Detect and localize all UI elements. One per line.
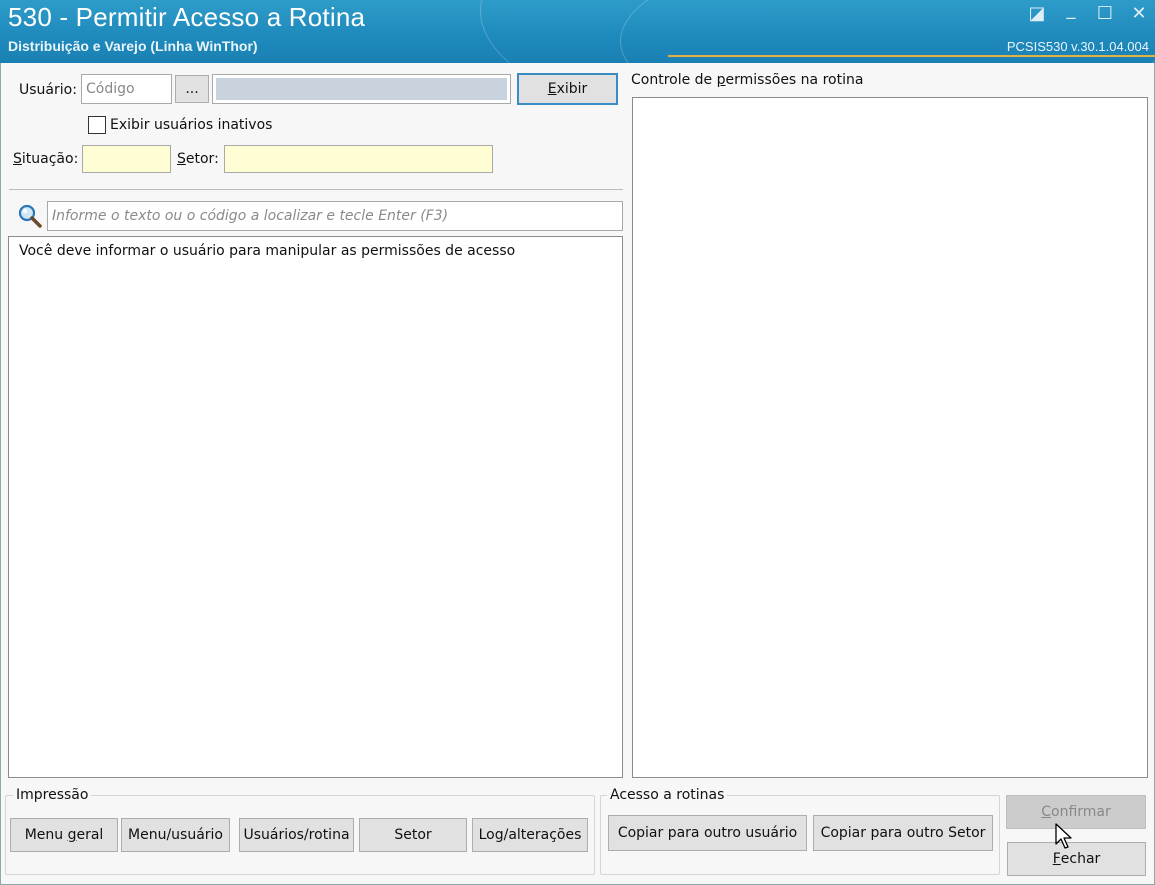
title-bar[interactable]: 530 - Permitir Acesso a Rotina Distribui…: [0, 0, 1155, 63]
exibir-button[interactable]: Exibir: [517, 73, 618, 105]
acesso-title: Acesso a rotinas: [607, 787, 728, 803]
menu-usuario-button[interactable]: Menu/usuário: [121, 818, 230, 852]
confirmar-hotkey: C: [1041, 804, 1052, 820]
log-alteracoes-button[interactable]: Log/alterações: [472, 818, 588, 852]
permissions-title: Controle de permissões na rotina: [631, 72, 863, 88]
permissions-list[interactable]: [632, 97, 1148, 778]
inativos-checkbox[interactable]: [88, 116, 106, 134]
permissions-title-hotkey: p: [716, 72, 726, 88]
menu-geral-post: eral: [76, 827, 104, 843]
browse-user-button[interactable]: ...: [175, 75, 209, 103]
fechar-label: echar: [1060, 851, 1101, 867]
divider: [9, 189, 623, 190]
permissions-title-post: ermissões na rotina: [725, 72, 864, 88]
title-accent-line: [668, 55, 1155, 57]
routine-tree-list[interactable]: Você deve informar o usuário para manipu…: [8, 236, 623, 778]
setor-field[interactable]: [224, 145, 493, 173]
menu-geral-button[interactable]: Menu g eral: [10, 818, 118, 852]
exibir-hotkey: E: [547, 81, 557, 97]
window-title: 530 - Permitir Acesso a Rotina: [8, 2, 366, 32]
setor-label: Setor:: [177, 151, 219, 167]
situacao-hotkey: S: [13, 151, 22, 167]
empty-user-message: Você deve informar o usuário para manipu…: [19, 243, 516, 259]
fechar-button[interactable]: Fechar: [1007, 842, 1146, 876]
user-name-field: [212, 74, 511, 104]
window-subtitle: Distribuição e Varejo (Linha WinThor): [8, 38, 258, 54]
usuarios-rotina-button[interactable]: Usuários/rotina: [239, 818, 354, 852]
situacao-text: ituação:: [21, 151, 79, 167]
fechar-hotkey: F: [1052, 851, 1061, 867]
minimize-icon[interactable]: _: [1058, 0, 1084, 22]
menu-geral-pre: Menu: [24, 827, 68, 843]
confirmar-button[interactable]: Confirmar: [1006, 795, 1146, 829]
copiar-usuario-button[interactable]: Copiar para outro usuário: [608, 815, 807, 851]
menu-geral-hotkey: g: [67, 827, 77, 843]
exibir-label: xibir: [556, 81, 588, 97]
maximize-icon[interactable]: ☐: [1092, 4, 1118, 26]
copiar-setor-button[interactable]: Copiar para outro Setor: [813, 815, 993, 851]
setor-hotkey: S: [177, 151, 186, 167]
version-label: PCSIS530 v.30.1.04.004: [1006, 39, 1149, 54]
search-input[interactable]: Informe o texto ou o código a localizar …: [47, 201, 623, 231]
situacao-label: Situação:: [13, 151, 78, 167]
user-name-value: [216, 78, 507, 100]
setor-text: etor:: [185, 151, 219, 167]
mouse-cursor-icon: [1054, 822, 1076, 852]
confirmar-label: onfirmar: [1051, 804, 1111, 820]
restore-icon[interactable]: ◪: [1024, 4, 1050, 26]
codigo-placeholder: Código: [86, 81, 135, 97]
inativos-label[interactable]: Exibir usuários inativos: [110, 117, 272, 133]
search-icon[interactable]: [17, 203, 43, 229]
usuario-label: Usuário:: [19, 82, 77, 98]
impressao-title: Impressão: [13, 787, 92, 803]
search-placeholder: Informe o texto ou o código a localizar …: [52, 208, 449, 224]
codigo-input[interactable]: Código: [81, 74, 172, 104]
permissions-title-pre: Controle de: [631, 72, 717, 88]
close-icon[interactable]: ✕: [1126, 4, 1152, 26]
situacao-field[interactable]: [82, 145, 171, 173]
setor-button[interactable]: Setor: [359, 818, 467, 852]
